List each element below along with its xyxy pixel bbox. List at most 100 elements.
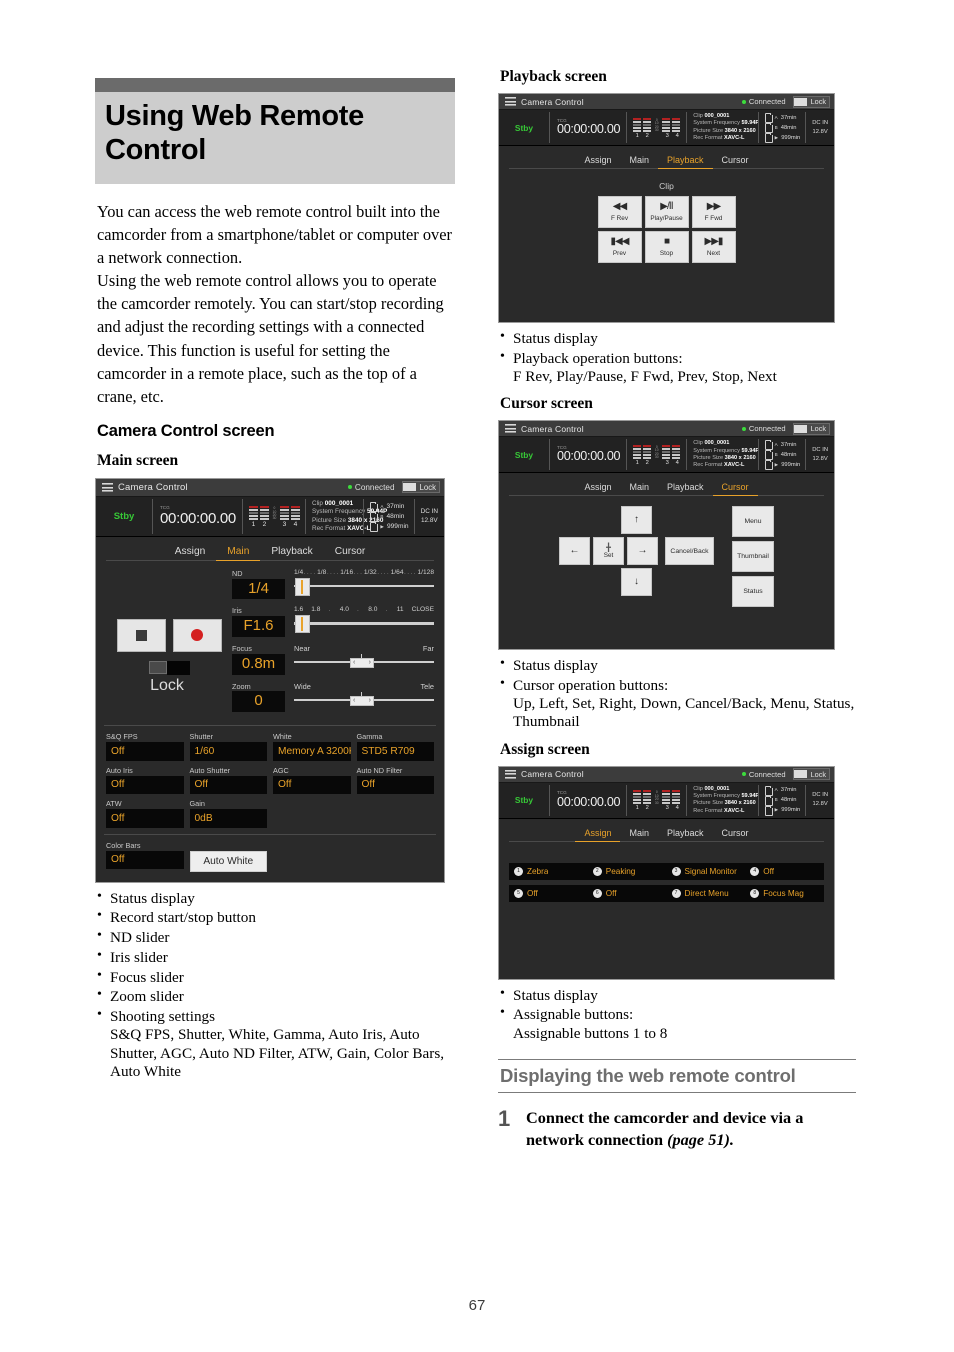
cancel-back-button[interactable]: Cancel/Back xyxy=(665,537,714,566)
setting-agc[interactable]: AGC Off xyxy=(273,766,351,795)
clip-value: 000_0001 xyxy=(704,785,730,792)
assign-button-7[interactable]: 7 Direct Menu xyxy=(667,885,746,902)
zoom-knob[interactable]: ‹ › xyxy=(350,695,374,706)
list-item-label: Status display xyxy=(513,986,598,1004)
cc-playback-titlebar: Camera Control Connected Lock xyxy=(499,94,834,110)
list-item-detail: Up, Left, Set, Right, Down, Cancel/Back,… xyxy=(513,695,855,731)
audio-meters: 0 10 20 30 1 2 3 4 xyxy=(626,112,686,143)
tab-playback[interactable]: Playback xyxy=(260,546,323,561)
tab-assign[interactable]: Assign xyxy=(575,155,620,169)
next-button[interactable]: ▶▶▮ Next xyxy=(691,231,736,263)
assign-button-1[interactable]: 1 Zebra xyxy=(509,863,588,880)
setting-gamma[interactable]: Gamma STD5 R709 xyxy=(356,732,434,761)
recfmt-value: XAVC-L xyxy=(724,807,745,814)
tab-main[interactable]: Main xyxy=(216,546,261,561)
color-bars-caption: Color Bars xyxy=(106,840,141,850)
cc-playback-statusbar: Stby TCG 00:00:00.00 0 10 20 30 1 2 3 4 … xyxy=(499,110,834,146)
menu-button[interactable]: Menu xyxy=(732,506,774,538)
nd-knob[interactable] xyxy=(295,577,310,596)
assign-button-6[interactable]: 6 Off xyxy=(588,885,667,902)
clip-info: Clip 000_0001 System Frequency 59.94P Pi… xyxy=(686,784,759,816)
tab-main[interactable]: Main xyxy=(620,828,658,842)
tab-cursor[interactable]: Cursor xyxy=(324,546,377,561)
tab-playback[interactable]: Playback xyxy=(658,482,713,496)
tab-playback[interactable]: Playback xyxy=(657,155,713,169)
thumbnail-button[interactable]: Thumbnail xyxy=(732,541,774,573)
setting-gain[interactable]: Gain 0dB xyxy=(189,799,267,828)
cursor-left-button[interactable]: ← xyxy=(559,537,590,566)
setting-white[interactable]: White Memory A 3200K xyxy=(273,732,351,761)
tab-assign[interactable]: Assign xyxy=(575,828,621,842)
f-rev-button[interactable]: ◀◀ F Rev xyxy=(597,196,642,228)
assign-button-8[interactable]: 8 Focus Mag xyxy=(745,885,824,902)
tab-assign[interactable]: Assign xyxy=(164,546,217,561)
menu-icon[interactable] xyxy=(102,482,113,492)
setting-auto-nd-filter[interactable]: Auto ND Filter Off xyxy=(356,766,434,795)
record-button[interactable] xyxy=(172,618,222,652)
media-card-icon xyxy=(370,511,379,522)
cursor-down-button[interactable]: ↓ xyxy=(621,568,652,597)
lock-toggle[interactable]: Lock xyxy=(792,422,830,435)
focus-knob[interactable]: ‹ › xyxy=(350,657,374,668)
tab-playback[interactable]: Playback xyxy=(658,828,713,842)
nd-slider[interactable]: 1/4 .... 1/8 .... 1/16 ... 1/32 .... 1/6… xyxy=(285,568,434,596)
prev-button[interactable]: ▮◀◀ Prev xyxy=(597,231,642,263)
clip-value: 000_0001 xyxy=(704,440,730,447)
record-lock-switch[interactable] xyxy=(106,660,232,675)
menu-icon[interactable] xyxy=(505,769,516,779)
list-item: Status display xyxy=(95,889,455,908)
main-screen-feature-list: Status display Record start/stop button … xyxy=(95,889,455,1081)
iris-slider[interactable]: 1.6 1.8 . 4.0 . 8.0 . 11 CLOSE xyxy=(285,606,434,634)
stop-button[interactable]: ■ Stop xyxy=(644,231,689,263)
lock-toggle[interactable]: Lock xyxy=(792,95,830,108)
auto-white-button[interactable]: Auto White xyxy=(189,850,267,872)
picsize-value: 3840 x 2160 xyxy=(724,800,756,807)
setting-auto-shutter[interactable]: Auto Shutter Off xyxy=(189,766,267,795)
menu-icon[interactable] xyxy=(505,424,516,434)
focus-slider[interactable]: Near Far ‹ › xyxy=(285,644,434,670)
assign-button-2[interactable]: 2 Peaking xyxy=(588,863,667,880)
tab-main[interactable]: Main xyxy=(620,482,658,496)
stop-button[interactable] xyxy=(116,618,166,652)
nd-tick-4: 1/64 xyxy=(390,568,404,576)
setting-caption: Auto Iris xyxy=(106,765,133,775)
tab-cursor[interactable]: Cursor xyxy=(713,155,758,169)
timecode-value: 00:00:00.00 xyxy=(557,794,621,809)
tab-cursor[interactable]: Cursor xyxy=(712,482,758,497)
clip-info: Clip 000_0001 System Frequency 59.94P Pi… xyxy=(686,112,759,143)
left-column: Using Web Remote Control You can access … xyxy=(95,78,455,1081)
cursor-set-button[interactable]: ╋ Set xyxy=(593,537,624,566)
tab-assign[interactable]: Assign xyxy=(575,482,620,496)
record-icon xyxy=(191,629,203,642)
setting-color-bars[interactable]: Color Bars Off xyxy=(106,841,184,872)
menu-icon[interactable] xyxy=(505,97,516,106)
cursor-right-button[interactable]: → xyxy=(627,537,658,566)
zoom-slider[interactable]: Wide Tele ‹ › xyxy=(285,682,434,708)
lock-toggle[interactable]: Lock xyxy=(792,768,830,781)
nd-tick-5: 1/128 xyxy=(417,568,434,576)
tab-main[interactable]: Main xyxy=(620,155,658,169)
setting-sq-fps[interactable]: S&Q FPS Off xyxy=(106,732,184,761)
lock-toggle[interactable]: Lock xyxy=(401,481,440,494)
assign-button-4[interactable]: 4 Off xyxy=(745,863,824,880)
setting-atw[interactable]: ATW Off xyxy=(106,799,184,828)
nd-tick-1: 1/8 xyxy=(317,568,327,576)
cc-main-tabs: Assign Main Playback Cursor xyxy=(96,537,444,561)
assign-button-5[interactable]: 5 Off xyxy=(509,885,588,902)
lock-switch-graphic xyxy=(148,660,190,675)
cursor-up-button[interactable]: ↑ xyxy=(621,506,652,535)
manual-page: Using Web Remote Control You can access … xyxy=(0,0,954,1352)
iris-knob[interactable] xyxy=(295,615,310,634)
power-value: 12.8V xyxy=(812,455,828,462)
cc-main-statusbar: Stby TCG 00:00:00.00 0 10 20 30 1 2 3 4 … xyxy=(96,496,444,537)
status-button[interactable]: Status xyxy=(732,576,774,608)
picsize-label: Picture Size xyxy=(693,127,724,134)
clip-label: Clip xyxy=(693,113,703,119)
play-pause-button[interactable]: ▶/Ⅱ Play/Pause xyxy=(644,196,689,228)
assign-button-3[interactable]: 3 Signal Monitor xyxy=(667,863,746,880)
setting-auto-iris[interactable]: Auto Iris Off xyxy=(106,765,184,795)
f-fwd-button[interactable]: ▶▶ F Fwd xyxy=(691,196,736,228)
tab-cursor[interactable]: Cursor xyxy=(713,828,758,842)
media-value-c: 999min xyxy=(386,523,409,531)
setting-shutter[interactable]: Shutter 1/60 xyxy=(189,732,267,761)
